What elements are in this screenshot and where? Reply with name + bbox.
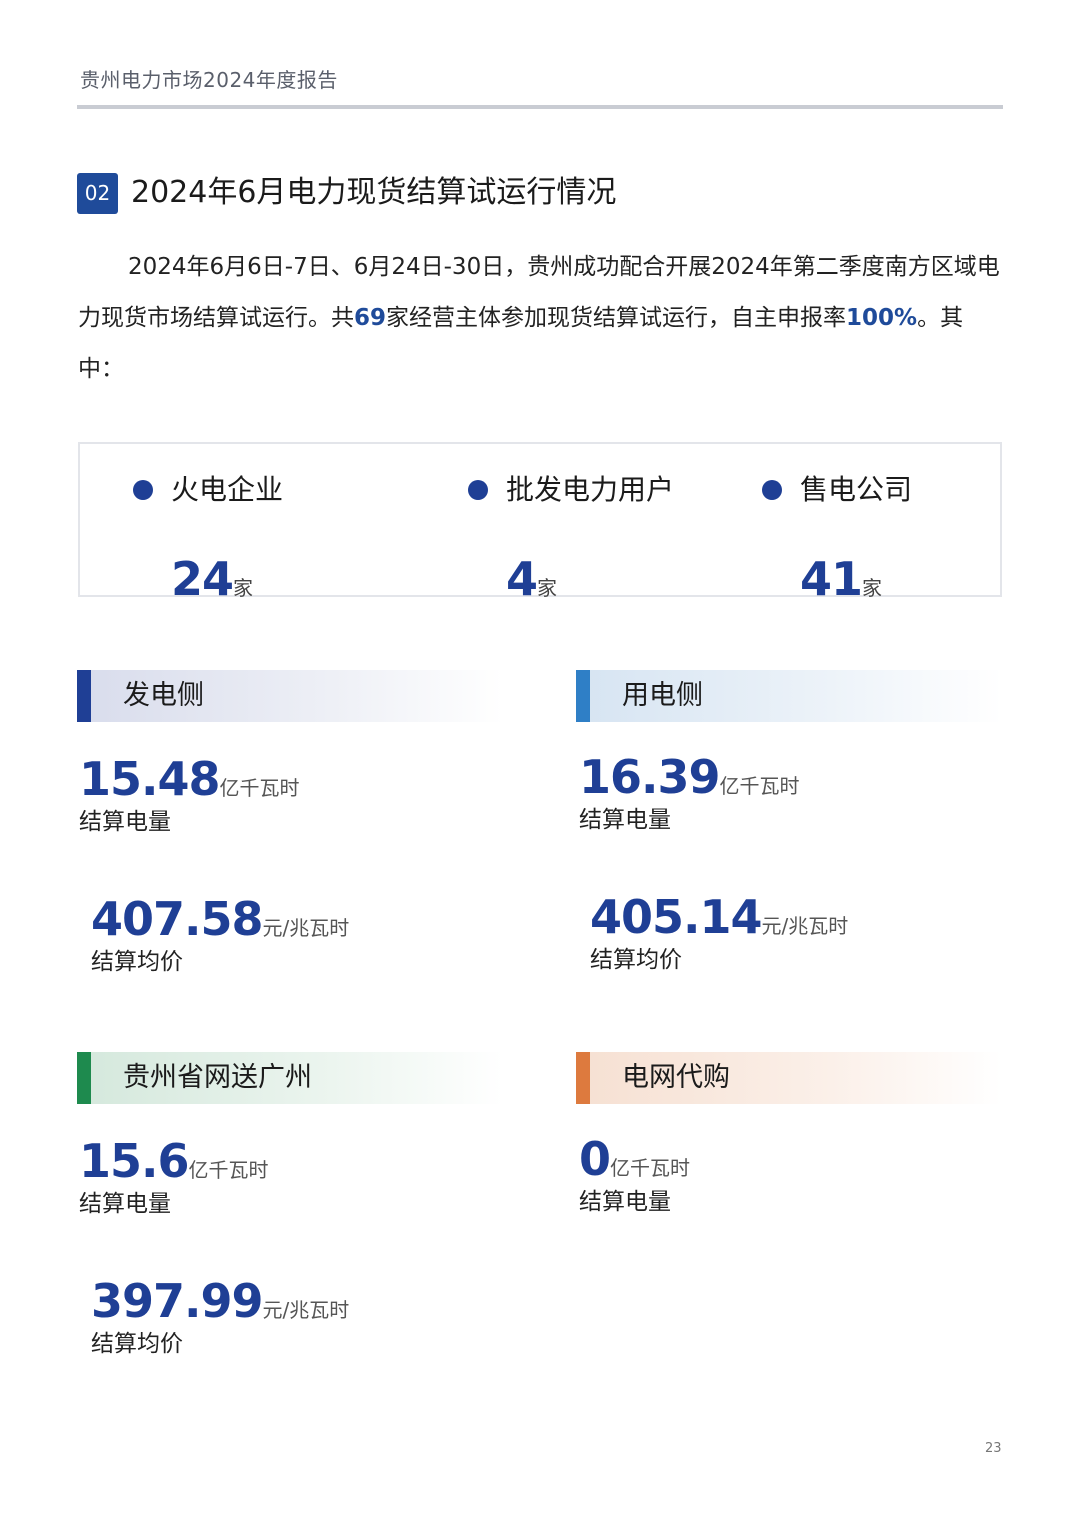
category-agency-header: 电网代购 — [576, 1052, 1002, 1104]
category-guangzhou-header: 贵州省网送广州 — [77, 1052, 503, 1104]
page-number: 23 — [985, 1441, 1002, 1456]
summary-value: 41家 — [800, 552, 883, 606]
summary-label: 售电公司 — [800, 473, 913, 506]
guangzhou-volume: 15.6亿千瓦时 结算电量 — [79, 1134, 269, 1217]
category-name: 贵州省网送广州 — [123, 1062, 312, 1093]
declaration-rate: 100% — [846, 305, 918, 331]
category-name: 发电侧 — [123, 680, 204, 711]
category-accent — [77, 1052, 91, 1104]
consumption-price: 405.14元/兆瓦时 结算均价 — [590, 890, 849, 973]
header-divider — [77, 105, 1003, 109]
category-name: 用电侧 — [622, 680, 703, 711]
participant-summary-box: 火电企业 24家 批发电力用户 4家 售电公司 41家 — [78, 442, 1002, 606]
report-title: 贵州电力市场2024年度报告 — [80, 68, 338, 92]
summary-value: 4家 — [506, 552, 558, 606]
section-number-badge: 02 — [77, 173, 118, 214]
bullet-dot-icon — [468, 480, 488, 500]
intro-text-2: 家经营主体参加现货结算试运行，自主申报率 — [386, 305, 847, 331]
summary-label: 火电企业 — [171, 473, 284, 506]
guangzhou-price: 397.99元/兆瓦时 结算均价 — [91, 1274, 350, 1357]
category-accent — [77, 670, 91, 722]
bullet-dot-icon — [133, 480, 153, 500]
generation-price: 407.58元/兆瓦时 结算均价 — [91, 892, 350, 975]
category-accent — [576, 1052, 590, 1104]
category-accent — [576, 670, 590, 722]
section-title: 2024年6月电力现货结算试运行情况 — [131, 175, 617, 210]
bullet-dot-icon — [762, 480, 782, 500]
participant-count: 69 — [354, 305, 387, 331]
consumption-volume: 16.39亿千瓦时 结算电量 — [579, 750, 800, 833]
category-generation-header: 发电侧 — [77, 670, 503, 722]
agency-volume: 0亿千瓦时 结算电量 — [579, 1132, 691, 1215]
category-consumption-header: 用电侧 — [576, 670, 1002, 722]
generation-volume: 15.48亿千瓦时 结算电量 — [79, 752, 300, 835]
category-name: 电网代购 — [622, 1062, 730, 1093]
summary-value: 24家 — [171, 552, 254, 606]
intro-paragraph: 2024年6月6日-7日、6月24日-30日，贵州成功配合开展2024年第二季度… — [78, 242, 1003, 395]
summary-label: 批发电力用户 — [506, 473, 675, 506]
